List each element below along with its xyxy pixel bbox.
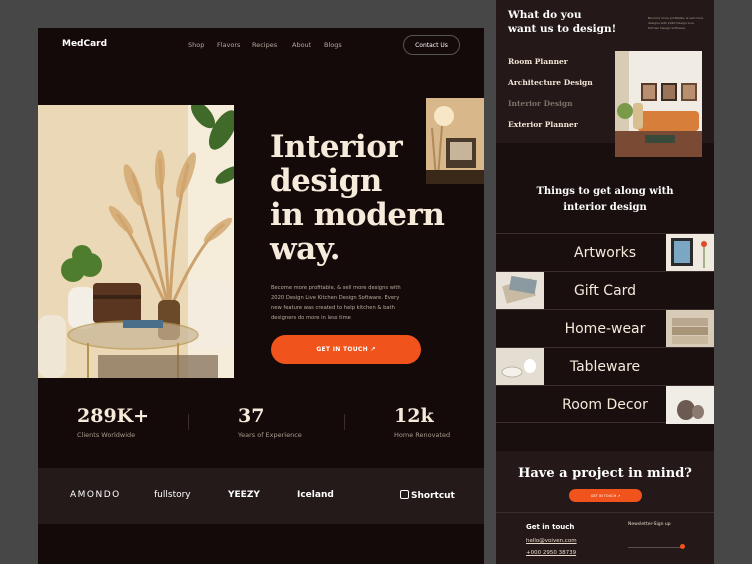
- thing-label: Tableware: [569, 359, 641, 375]
- things-title: Things to get along with interior design: [496, 184, 714, 216]
- thing-label: Gift Card: [573, 283, 637, 299]
- stat-clients: 289K+ Clients Worldwide: [77, 405, 149, 439]
- stat-divider: [188, 414, 189, 430]
- hero-title-line: Interior: [270, 129, 403, 165]
- services-heading-line: What do you: [508, 9, 582, 21]
- stat-homes: 12k Home Renovated: [394, 405, 450, 439]
- room-image: [615, 51, 702, 157]
- services-intro: Become more profitable, & sell more desi…: [648, 16, 704, 30]
- thing-label: Artworks: [574, 245, 636, 261]
- newsletter-label: Newsletter-Sign up: [628, 522, 671, 527]
- things-title-line: interior design: [563, 202, 647, 213]
- stat-number: 12k: [394, 405, 434, 427]
- service-exterior-planner[interactable]: Exterior Planner: [508, 120, 578, 129]
- hero-description: Become more profitable, & sell more desi…: [271, 285, 401, 321]
- services-page: What do you want us to design! Become mo…: [496, 0, 714, 564]
- services-heading: What do you want us to design!: [508, 8, 616, 36]
- artworks-thumbnail: [666, 234, 714, 272]
- thing-row-artworks[interactable]: Artworks: [496, 233, 714, 272]
- nav-link-shop[interactable]: Shop: [188, 41, 204, 49]
- things-title-line: Things to get along with: [536, 186, 674, 197]
- newsletter-submit-button[interactable]: [680, 544, 685, 549]
- service-room-planner[interactable]: Room Planner: [508, 57, 568, 66]
- brand-logo-yeezy: YEEZY: [228, 490, 260, 500]
- brand-logo-amondo: AMONDO: [70, 490, 121, 500]
- home-wear-thumbnail: [666, 310, 714, 348]
- thing-row-room-decor[interactable]: Room Decor: [496, 385, 714, 424]
- stat-number: 289K+: [77, 405, 150, 427]
- contact-email[interactable]: hello@voiven.com: [526, 538, 577, 544]
- stat-label: Home Renovated: [394, 431, 451, 439]
- service-architecture-design[interactable]: Architecture Design: [508, 78, 593, 87]
- main-landing-page: MedCard Shop Flavors Recipes About Blogs…: [38, 28, 484, 564]
- service-interior-design[interactable]: Interior Design: [508, 99, 573, 108]
- stat-years: 37 Years of Experience: [238, 405, 302, 439]
- site-logo[interactable]: MedCard: [62, 39, 107, 49]
- get-in-touch-heading: Get in touch: [526, 523, 575, 531]
- project-divider: [496, 512, 714, 513]
- room-decor-thumbnail: [666, 386, 714, 424]
- thing-row-home-wear[interactable]: Home-wear: [496, 309, 714, 348]
- gift-card-thumbnail: [496, 272, 544, 310]
- brand-logo-strip: AMONDO fullstory YEEZY Iceland Shortcut: [38, 468, 484, 524]
- thing-row-tableware[interactable]: Tableware: [496, 347, 714, 386]
- stat-divider: [344, 414, 345, 430]
- brand-logo-shortcut: Shortcut: [400, 490, 455, 501]
- thing-label: Home-wear: [564, 321, 646, 337]
- stat-label: Years of Experience: [238, 431, 302, 439]
- hero-title-line: way.: [270, 231, 341, 267]
- thing-row-gift-card[interactable]: Gift Card: [496, 271, 714, 310]
- brand-logo-fullstory: fullstory: [154, 490, 191, 500]
- nav-link-blogs[interactable]: Blogs: [324, 41, 342, 49]
- thing-label: Room Decor: [562, 397, 648, 413]
- get-in-touch-button[interactable]: GET IN TOUCH ↗: [271, 335, 421, 364]
- project-section: Have a project in mind? GET IN TOUCH ↗ G…: [496, 451, 714, 564]
- hero-title-line: in modern: [270, 197, 445, 233]
- project-get-in-touch-button[interactable]: GET IN TOUCH ↗: [569, 489, 642, 502]
- hero-title-line: design: [270, 163, 382, 199]
- services-heading-line: want us to design!: [508, 23, 617, 35]
- stat-label: Clients Worldwide: [77, 431, 136, 439]
- contact-phone[interactable]: +000 2950 38739: [526, 550, 576, 556]
- nav-link-flavors[interactable]: Flavors: [217, 41, 240, 49]
- hero-title: Interior design in modern way.: [270, 129, 445, 267]
- nav-link-recipes[interactable]: Recipes: [252, 41, 277, 49]
- project-title: Have a project in mind?: [518, 466, 692, 481]
- nav-link-about[interactable]: About: [292, 41, 311, 49]
- newsletter-input[interactable]: [628, 547, 684, 548]
- contact-us-button[interactable]: Contact Us: [403, 35, 460, 55]
- stat-number: 37: [238, 405, 265, 427]
- shortcut-icon: [400, 490, 409, 499]
- brand-logo-iceland: Iceland: [297, 490, 334, 500]
- hero-image: [38, 105, 234, 378]
- tableware-thumbnail: [496, 348, 544, 386]
- brand-name: Shortcut: [411, 491, 455, 501]
